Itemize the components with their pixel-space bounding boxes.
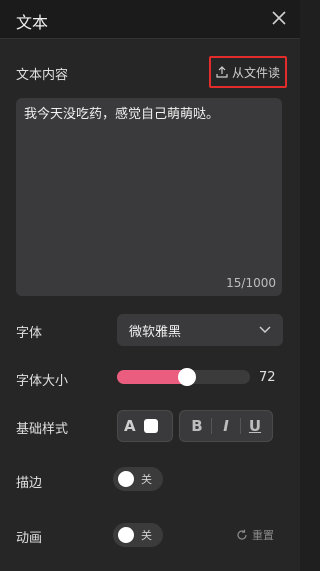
animation-toggle[interactable]: 关 bbox=[113, 523, 163, 547]
animation-toggle-state: 关 bbox=[141, 529, 152, 542]
text-panel: 文本 文本内容 从文件读 我今天没吃药，感觉自己萌萌哒。 15/1000 字体 … bbox=[0, 0, 300, 571]
load-from-file-button[interactable]: 从文件读 bbox=[209, 56, 287, 88]
font-color-group: A bbox=[117, 410, 173, 442]
chevron-down-icon bbox=[259, 326, 271, 333]
reset-label: 重置 bbox=[252, 529, 274, 542]
color-swatch[interactable] bbox=[143, 419, 158, 433]
animation-label: 动画 bbox=[16, 531, 43, 546]
divider bbox=[240, 418, 241, 434]
font-label: 字体 bbox=[16, 326, 43, 341]
text-content-input[interactable]: 我今天没吃药，感觉自己萌萌哒。 15/1000 bbox=[16, 98, 282, 296]
stroke-toggle[interactable]: 关 bbox=[113, 467, 163, 491]
font-color-button[interactable]: A bbox=[124, 417, 136, 435]
font-size-value: 72 bbox=[259, 370, 276, 385]
panel-header: 文本 bbox=[0, 0, 300, 39]
stroke-label: 描边 bbox=[16, 476, 43, 491]
close-icon[interactable] bbox=[270, 9, 288, 27]
text-content-label: 文本内容 bbox=[16, 68, 69, 83]
base-style-label: 基础样式 bbox=[16, 422, 69, 437]
toggle-knob bbox=[118, 471, 134, 487]
bold-button[interactable]: B bbox=[185, 417, 209, 435]
font-select[interactable]: 微软雅黑 bbox=[117, 314, 283, 346]
panel-title: 文本 bbox=[16, 13, 49, 32]
toggle-knob bbox=[118, 527, 134, 543]
text-style-group: B I U bbox=[179, 410, 273, 442]
divider bbox=[211, 418, 212, 434]
font-size-label: 字体大小 bbox=[16, 374, 69, 389]
font-size-slider[interactable] bbox=[117, 368, 250, 386]
reset-button[interactable]: 重置 bbox=[236, 527, 274, 543]
font-select-value: 微软雅黑 bbox=[129, 324, 182, 340]
slider-knob[interactable] bbox=[178, 368, 197, 386]
underline-button[interactable]: U bbox=[243, 417, 267, 435]
load-from-file-label: 从文件读 bbox=[231, 65, 280, 80]
text-content-value: 我今天没吃药，感觉自己萌萌哒。 bbox=[24, 107, 220, 122]
upload-icon bbox=[216, 66, 228, 78]
char-counter: 15/1000 bbox=[226, 276, 276, 290]
stroke-toggle-state: 关 bbox=[141, 473, 152, 486]
reset-icon bbox=[237, 529, 247, 540]
italic-button[interactable]: I bbox=[214, 417, 238, 435]
